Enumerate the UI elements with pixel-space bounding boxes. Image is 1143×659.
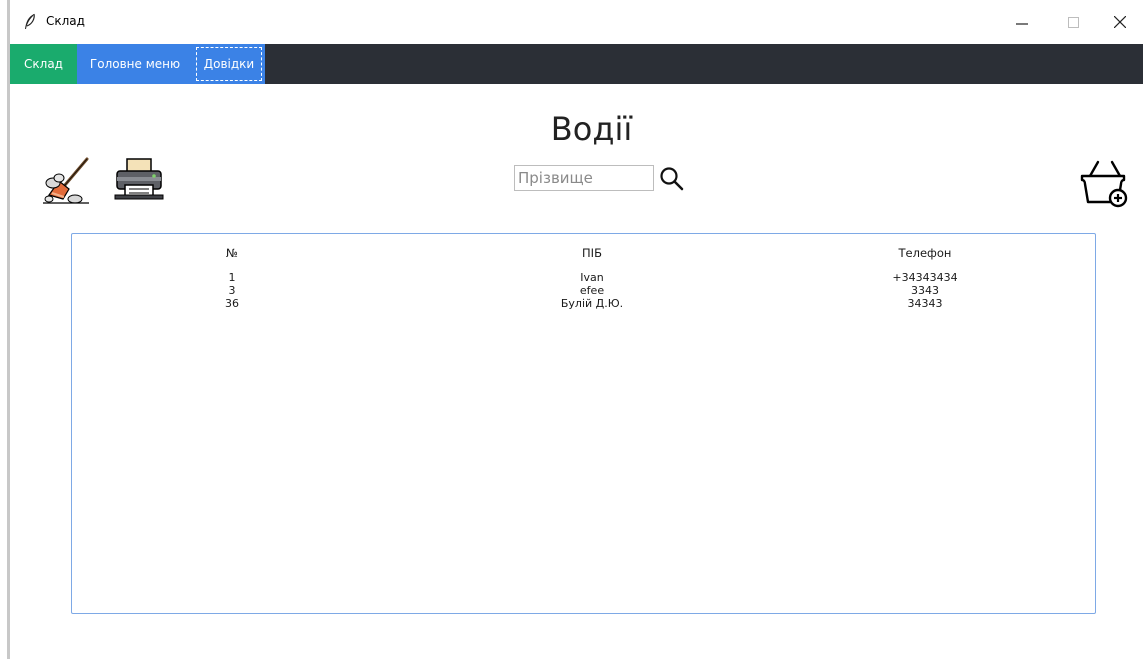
- feather-icon: [25, 13, 35, 29]
- menu-item-label: Головне меню: [89, 57, 181, 71]
- close-icon: [1114, 16, 1126, 28]
- table-cell[interactable]: 1: [182, 271, 282, 284]
- menu-item-sklad[interactable]: Склад: [10, 44, 77, 84]
- page-title: Водії: [550, 110, 633, 148]
- basket-add-icon[interactable]: [1078, 158, 1128, 208]
- drivers-table[interactable]: № 1 3 36 ПІБ Ivan efee Булій Д.Ю. Телефо…: [71, 233, 1096, 614]
- column-header-name[interactable]: ПІБ: [542, 246, 642, 260]
- column-header-number[interactable]: №: [182, 246, 282, 260]
- window-title: Склад: [46, 14, 85, 28]
- table-cell[interactable]: 34343: [865, 297, 985, 310]
- maximize-button[interactable]: [1058, 8, 1088, 36]
- table-cell[interactable]: efee: [542, 284, 642, 297]
- menu-item-references[interactable]: Довідки: [193, 44, 265, 84]
- close-button[interactable]: [1105, 8, 1135, 36]
- broom-icon[interactable]: [43, 155, 91, 205]
- table-cell[interactable]: Булій Д.Ю.: [542, 297, 642, 310]
- menu-bar: Склад Головне меню Довідки: [10, 44, 1143, 84]
- menu-item-label: Склад: [24, 57, 63, 71]
- search-input[interactable]: [514, 165, 654, 191]
- search-icon[interactable]: [658, 165, 686, 193]
- maximize-icon: [1067, 16, 1079, 28]
- table-cell[interactable]: 36: [182, 297, 282, 310]
- minimize-icon: [1016, 23, 1028, 25]
- minimize-button[interactable]: [1007, 8, 1037, 36]
- printer-icon[interactable]: [114, 157, 164, 201]
- table-cell[interactable]: Ivan: [542, 271, 642, 284]
- menu-item-main-menu[interactable]: Головне меню: [77, 44, 193, 84]
- column-header-phone[interactable]: Телефон: [865, 246, 985, 260]
- focus-ring: [196, 47, 262, 81]
- app-window: Склад Склад Головне меню Довідки Водії П…: [10, 0, 1143, 659]
- title-bar: Склад: [10, 0, 1143, 44]
- table-cell[interactable]: +34343434: [865, 271, 985, 284]
- table-cell[interactable]: 3343: [865, 284, 985, 297]
- window-left-edge: [0, 0, 10, 659]
- table-cell[interactable]: 3: [182, 284, 282, 297]
